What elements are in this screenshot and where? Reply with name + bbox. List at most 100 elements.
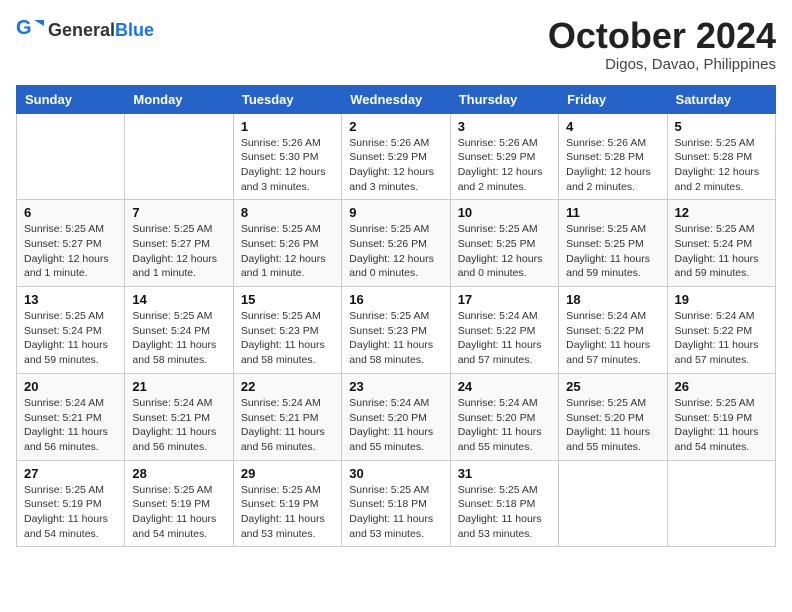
day-number: 9 [349,205,442,220]
calendar-cell: 20Sunrise: 5:24 AM Sunset: 5:21 PM Dayli… [17,373,125,460]
day-number: 19 [675,292,768,307]
calendar-cell: 11Sunrise: 5:25 AM Sunset: 5:25 PM Dayli… [559,200,667,287]
calendar-cell [559,460,667,547]
day-number: 28 [132,466,225,481]
day-info: Sunrise: 5:25 AM Sunset: 5:23 PM Dayligh… [349,309,442,368]
day-number: 6 [24,205,117,220]
calendar-week-row: 6 Sunrise: 5:25 AM Sunset: 5:27 PM Daylig… [17,200,776,287]
calendar-cell: 12 Sunrise: 5:25 AM Sunset: 5:24 PM Dayli… [667,200,775,287]
calendar-week-row: 13 Sunrise: 5:25 AM Sunset: 5:24 PM Dayli… [17,287,776,374]
day-number: 30 [349,466,442,481]
day-number: 8 [241,205,334,220]
page-header: G GeneralBlue October 2024 Digos, Davao,… [16,16,776,73]
day-number: 14 [132,292,225,307]
calendar-cell: 17 Sunrise: 5:24 AM Sunset: 5:22 PM Dayli… [450,287,558,374]
calendar-cell [667,460,775,547]
day-info: Sunrise: 5:25 AM Sunset: 5:24 PM Dayligh… [132,309,225,368]
calendar-cell: 6 Sunrise: 5:25 AM Sunset: 5:27 PM Daylig… [17,200,125,287]
day-info: Sunrise: 5:25 AM Sunset: 5:24 PM Dayligh… [24,309,117,368]
day-info: Sunrise: 5:26 AM Sunset: 5:29 PM Dayligh… [458,136,551,195]
day-info: Sunrise: 5:25 AM Sunset: 5:23 PM Dayligh… [241,309,334,368]
calendar-cell: 28 Sunrise: 5:25 AM Sunset: 5:19 PM Dayli… [125,460,233,547]
logo: G GeneralBlue [16,16,154,44]
day-number: 10 [458,205,551,220]
day-info: Sunrise: 5:24 AM Sunset: 5:21 PM Dayligh… [132,396,225,455]
calendar-week-row: 1 Sunrise: 5:26 AM Sunset: 5:30 PM Daylig… [17,113,776,200]
day-number: 29 [241,466,334,481]
day-number: 5 [675,119,768,134]
calendar-cell: 15Sunrise: 5:25 AM Sunset: 5:23 PM Dayli… [233,287,341,374]
calendar-cell: 18Sunrise: 5:24 AM Sunset: 5:22 PM Dayli… [559,287,667,374]
day-info: Sunrise: 5:26 AM Sunset: 5:28 PM Dayligh… [566,136,659,195]
day-number: 7 [132,205,225,220]
calendar-cell: 1 Sunrise: 5:26 AM Sunset: 5:30 PM Daylig… [233,113,341,200]
calendar-cell: 29Sunrise: 5:25 AM Sunset: 5:19 PM Dayli… [233,460,341,547]
day-info: Sunrise: 5:25 AM Sunset: 5:19 PM Dayligh… [24,483,117,542]
day-number: 20 [24,379,117,394]
calendar-cell: 3 Sunrise: 5:26 AM Sunset: 5:29 PM Daylig… [450,113,558,200]
calendar-cell: 24Sunrise: 5:24 AM Sunset: 5:20 PM Dayli… [450,373,558,460]
day-number: 13 [24,292,117,307]
day-number: 26 [675,379,768,394]
calendar-header-row: SundayMondayTuesdayWednesdayThursdayFrid… [17,85,776,113]
calendar-cell: 4Sunrise: 5:26 AM Sunset: 5:28 PM Daylig… [559,113,667,200]
logo-icon: G [16,16,44,44]
day-info: Sunrise: 5:25 AM Sunset: 5:24 PM Dayligh… [675,222,768,281]
calendar-cell: 2Sunrise: 5:26 AM Sunset: 5:29 PM Daylig… [342,113,450,200]
day-info: Sunrise: 5:25 AM Sunset: 5:19 PM Dayligh… [132,483,225,542]
day-number: 3 [458,119,551,134]
day-number: 31 [458,466,551,481]
calendar-cell: 10 Sunrise: 5:25 AM Sunset: 5:25 PM Dayli… [450,200,558,287]
day-number: 16 [349,292,442,307]
calendar-cell: 22 Sunrise: 5:24 AM Sunset: 5:21 PM Dayli… [233,373,341,460]
calendar-cell: 16 Sunrise: 5:25 AM Sunset: 5:23 PM Dayli… [342,287,450,374]
logo-text-blue: Blue [115,20,154,40]
title-area: October 2024 Digos, Davao, Philippines [548,16,776,73]
header-day-tuesday: Tuesday [233,85,341,113]
day-info: Sunrise: 5:25 AM Sunset: 5:27 PM Dayligh… [132,222,225,281]
day-number: 23 [349,379,442,394]
header-day-friday: Friday [559,85,667,113]
calendar-cell: 7 Sunrise: 5:25 AM Sunset: 5:27 PM Daylig… [125,200,233,287]
day-number: 18 [566,292,659,307]
day-number: 25 [566,379,659,394]
location-title: Digos, Davao, Philippines [548,56,776,73]
day-info: Sunrise: 5:25 AM Sunset: 5:28 PM Dayligh… [675,136,768,195]
calendar-cell: 31Sunrise: 5:25 AM Sunset: 5:18 PM Dayli… [450,460,558,547]
day-info: Sunrise: 5:25 AM Sunset: 5:25 PM Dayligh… [458,222,551,281]
calendar-cell: 30Sunrise: 5:25 AM Sunset: 5:18 PM Dayli… [342,460,450,547]
day-info: Sunrise: 5:25 AM Sunset: 5:27 PM Dayligh… [24,222,117,281]
day-info: Sunrise: 5:24 AM Sunset: 5:20 PM Dayligh… [349,396,442,455]
header-day-monday: Monday [125,85,233,113]
day-number: 27 [24,466,117,481]
day-number: 12 [675,205,768,220]
day-number: 11 [566,205,659,220]
day-info: Sunrise: 5:24 AM Sunset: 5:20 PM Dayligh… [458,396,551,455]
header-day-saturday: Saturday [667,85,775,113]
calendar-cell: 9 Sunrise: 5:25 AM Sunset: 5:26 PM Daylig… [342,200,450,287]
calendar-cell: 23 Sunrise: 5:24 AM Sunset: 5:20 PM Dayli… [342,373,450,460]
day-info: Sunrise: 5:24 AM Sunset: 5:22 PM Dayligh… [458,309,551,368]
calendar-cell [17,113,125,200]
day-number: 22 [241,379,334,394]
day-number: 1 [241,119,334,134]
calendar-cell: 8 Sunrise: 5:25 AM Sunset: 5:26 PM Daylig… [233,200,341,287]
calendar-cell [125,113,233,200]
calendar-cell: 26Sunrise: 5:25 AM Sunset: 5:19 PM Dayli… [667,373,775,460]
day-info: Sunrise: 5:25 AM Sunset: 5:26 PM Dayligh… [241,222,334,281]
day-number: 17 [458,292,551,307]
day-info: Sunrise: 5:25 AM Sunset: 5:20 PM Dayligh… [566,396,659,455]
calendar-cell: 13 Sunrise: 5:25 AM Sunset: 5:24 PM Dayli… [17,287,125,374]
day-info: Sunrise: 5:25 AM Sunset: 5:26 PM Dayligh… [349,222,442,281]
svg-text:G: G [16,17,32,39]
calendar-body: 1 Sunrise: 5:26 AM Sunset: 5:30 PM Daylig… [17,113,776,547]
calendar-cell: 25 Sunrise: 5:25 AM Sunset: 5:20 PM Dayli… [559,373,667,460]
logo-text-general: General [48,20,115,40]
calendar-table: SundayMondayTuesdayWednesdayThursdayFrid… [16,85,776,548]
day-info: Sunrise: 5:26 AM Sunset: 5:30 PM Dayligh… [241,136,334,195]
month-title: October 2024 [548,16,776,56]
day-info: Sunrise: 5:24 AM Sunset: 5:22 PM Dayligh… [675,309,768,368]
calendar-cell: 5 Sunrise: 5:25 AM Sunset: 5:28 PM Daylig… [667,113,775,200]
header-day-wednesday: Wednesday [342,85,450,113]
day-info: Sunrise: 5:24 AM Sunset: 5:21 PM Dayligh… [241,396,334,455]
